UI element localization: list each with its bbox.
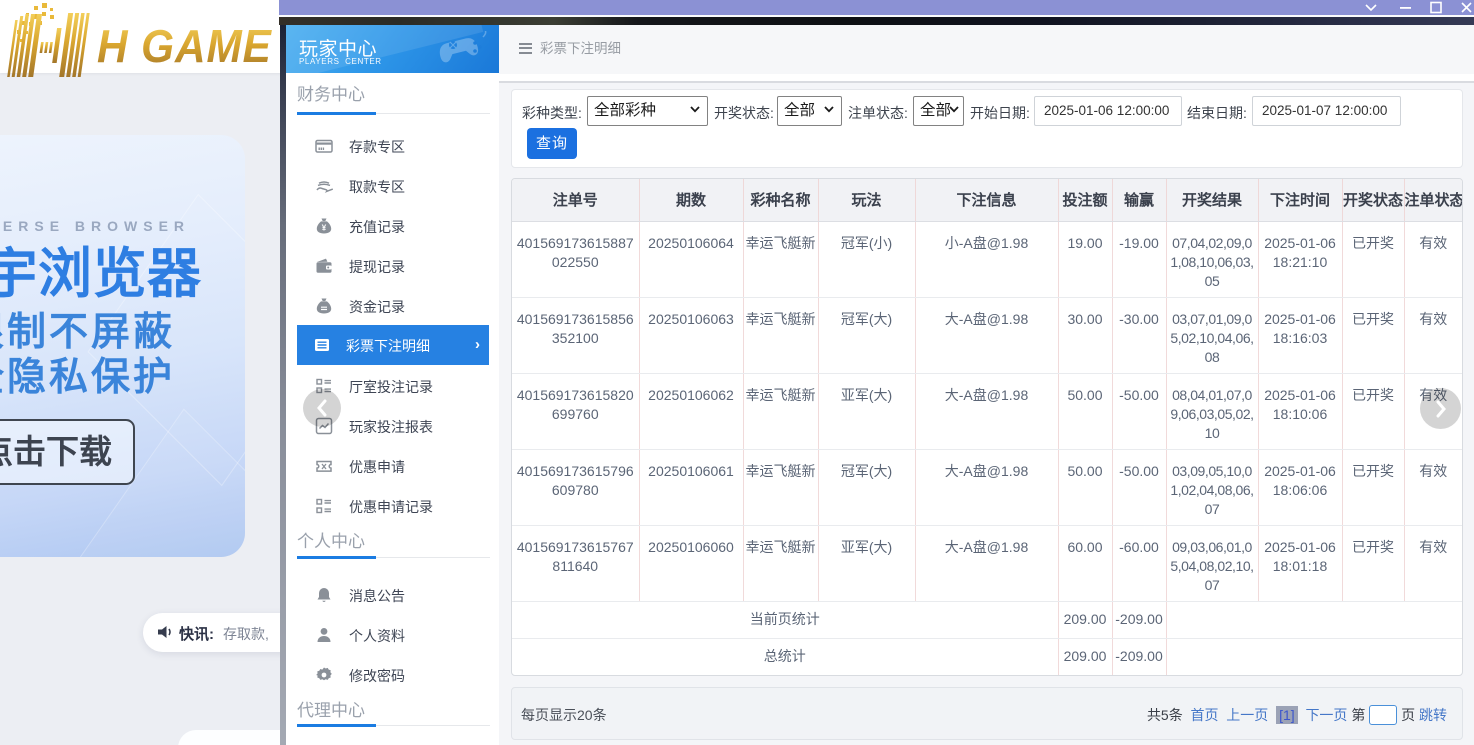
svg-text:¥: ¥	[322, 224, 327, 233]
svg-text:H GAME: H GAME	[97, 21, 272, 72]
